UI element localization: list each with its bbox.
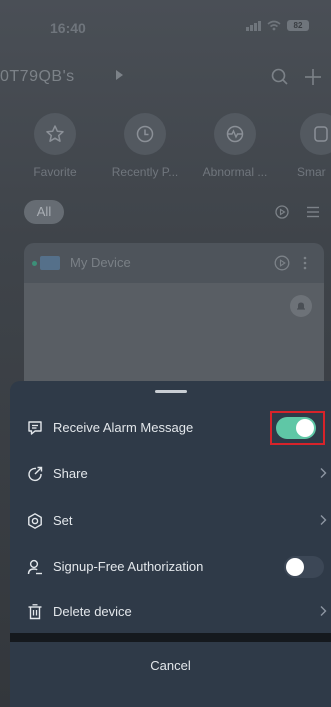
message-icon [28,421,42,435]
home-switch-icon[interactable] [116,70,123,80]
quick-actions: Favorite Recently P... Abnormal ... Smar [0,113,331,183]
chevron-right-icon [320,606,327,616]
trash-icon [28,604,42,620]
play-circle-icon[interactable] [275,205,289,219]
menu-item-share[interactable]: Share [10,454,331,494]
menu-item-label: Set [53,513,73,528]
filter-row: All [0,198,331,226]
device-name: My Device [70,255,131,270]
user-key-icon [27,559,42,575]
list-view-icon[interactable] [306,206,320,218]
cancel-button[interactable]: Cancel [10,643,331,689]
wifi-icon [267,20,281,31]
quick-action-abnormal[interactable]: Abnormal ... [190,113,280,179]
menu-item-label: Share [53,466,88,481]
status-bar: 16:40 82 [0,0,331,48]
signal-icon [246,20,261,31]
device-card-header: My Device [24,243,324,283]
heartbeat-icon [226,125,244,143]
menu-item-delete-device[interactable]: Delete device [10,592,331,632]
menu-item-signup-free-authorization[interactable]: Signup-Free Authorization [10,547,331,587]
clock-icon [136,125,154,143]
quick-action-label: Smar [297,165,326,179]
battery-icon: 82 [287,20,309,31]
chevron-right-icon [320,515,327,525]
device-preview[interactable] [24,283,324,393]
bell-icon [290,295,312,317]
toggle-knob [286,558,304,576]
add-icon[interactable] [303,67,323,87]
home-title[interactable]: 0T79QB's [0,68,75,86]
quick-action-label: Abnormal ... [202,165,268,179]
highlight-annotation [270,411,325,445]
search-icon[interactable] [270,67,290,87]
device-options-sheet: Receive Alarm Message Share Set Signup-F… [10,381,331,707]
chevron-right-icon [320,468,327,478]
sheet-separator [10,633,331,642]
home-header: 0T79QB's [0,66,331,90]
sheet-drag-handle[interactable] [155,390,187,393]
signup-free-authorization-toggle[interactable] [284,556,324,578]
menu-item-label: Signup-Free Authorization [53,559,204,574]
quick-action-smart[interactable]: Smar [286,113,331,179]
device-thumbnail [40,256,60,270]
quick-action-label: Favorite [33,165,77,179]
share-icon [28,466,43,482]
smart-icon [314,126,328,142]
quick-action-recent[interactable]: Recently P... [100,113,190,179]
status-icons: 82 [246,20,309,31]
device-card[interactable]: My Device [24,243,324,393]
play-circle-icon[interactable] [274,255,290,271]
quick-action-favorite[interactable]: Favorite [10,113,100,179]
status-time: 16:40 [50,20,86,36]
filter-all-chip[interactable]: All [24,200,64,224]
menu-item-set[interactable]: Set [10,501,331,541]
menu-item-label: Delete device [53,604,132,619]
more-vertical-icon[interactable] [302,255,308,271]
menu-item-label: Receive Alarm Message [53,420,194,435]
star-icon [46,125,64,142]
online-status-dot [32,261,37,266]
quick-action-label: Recently P... [111,165,179,179]
settings-icon [28,513,42,529]
